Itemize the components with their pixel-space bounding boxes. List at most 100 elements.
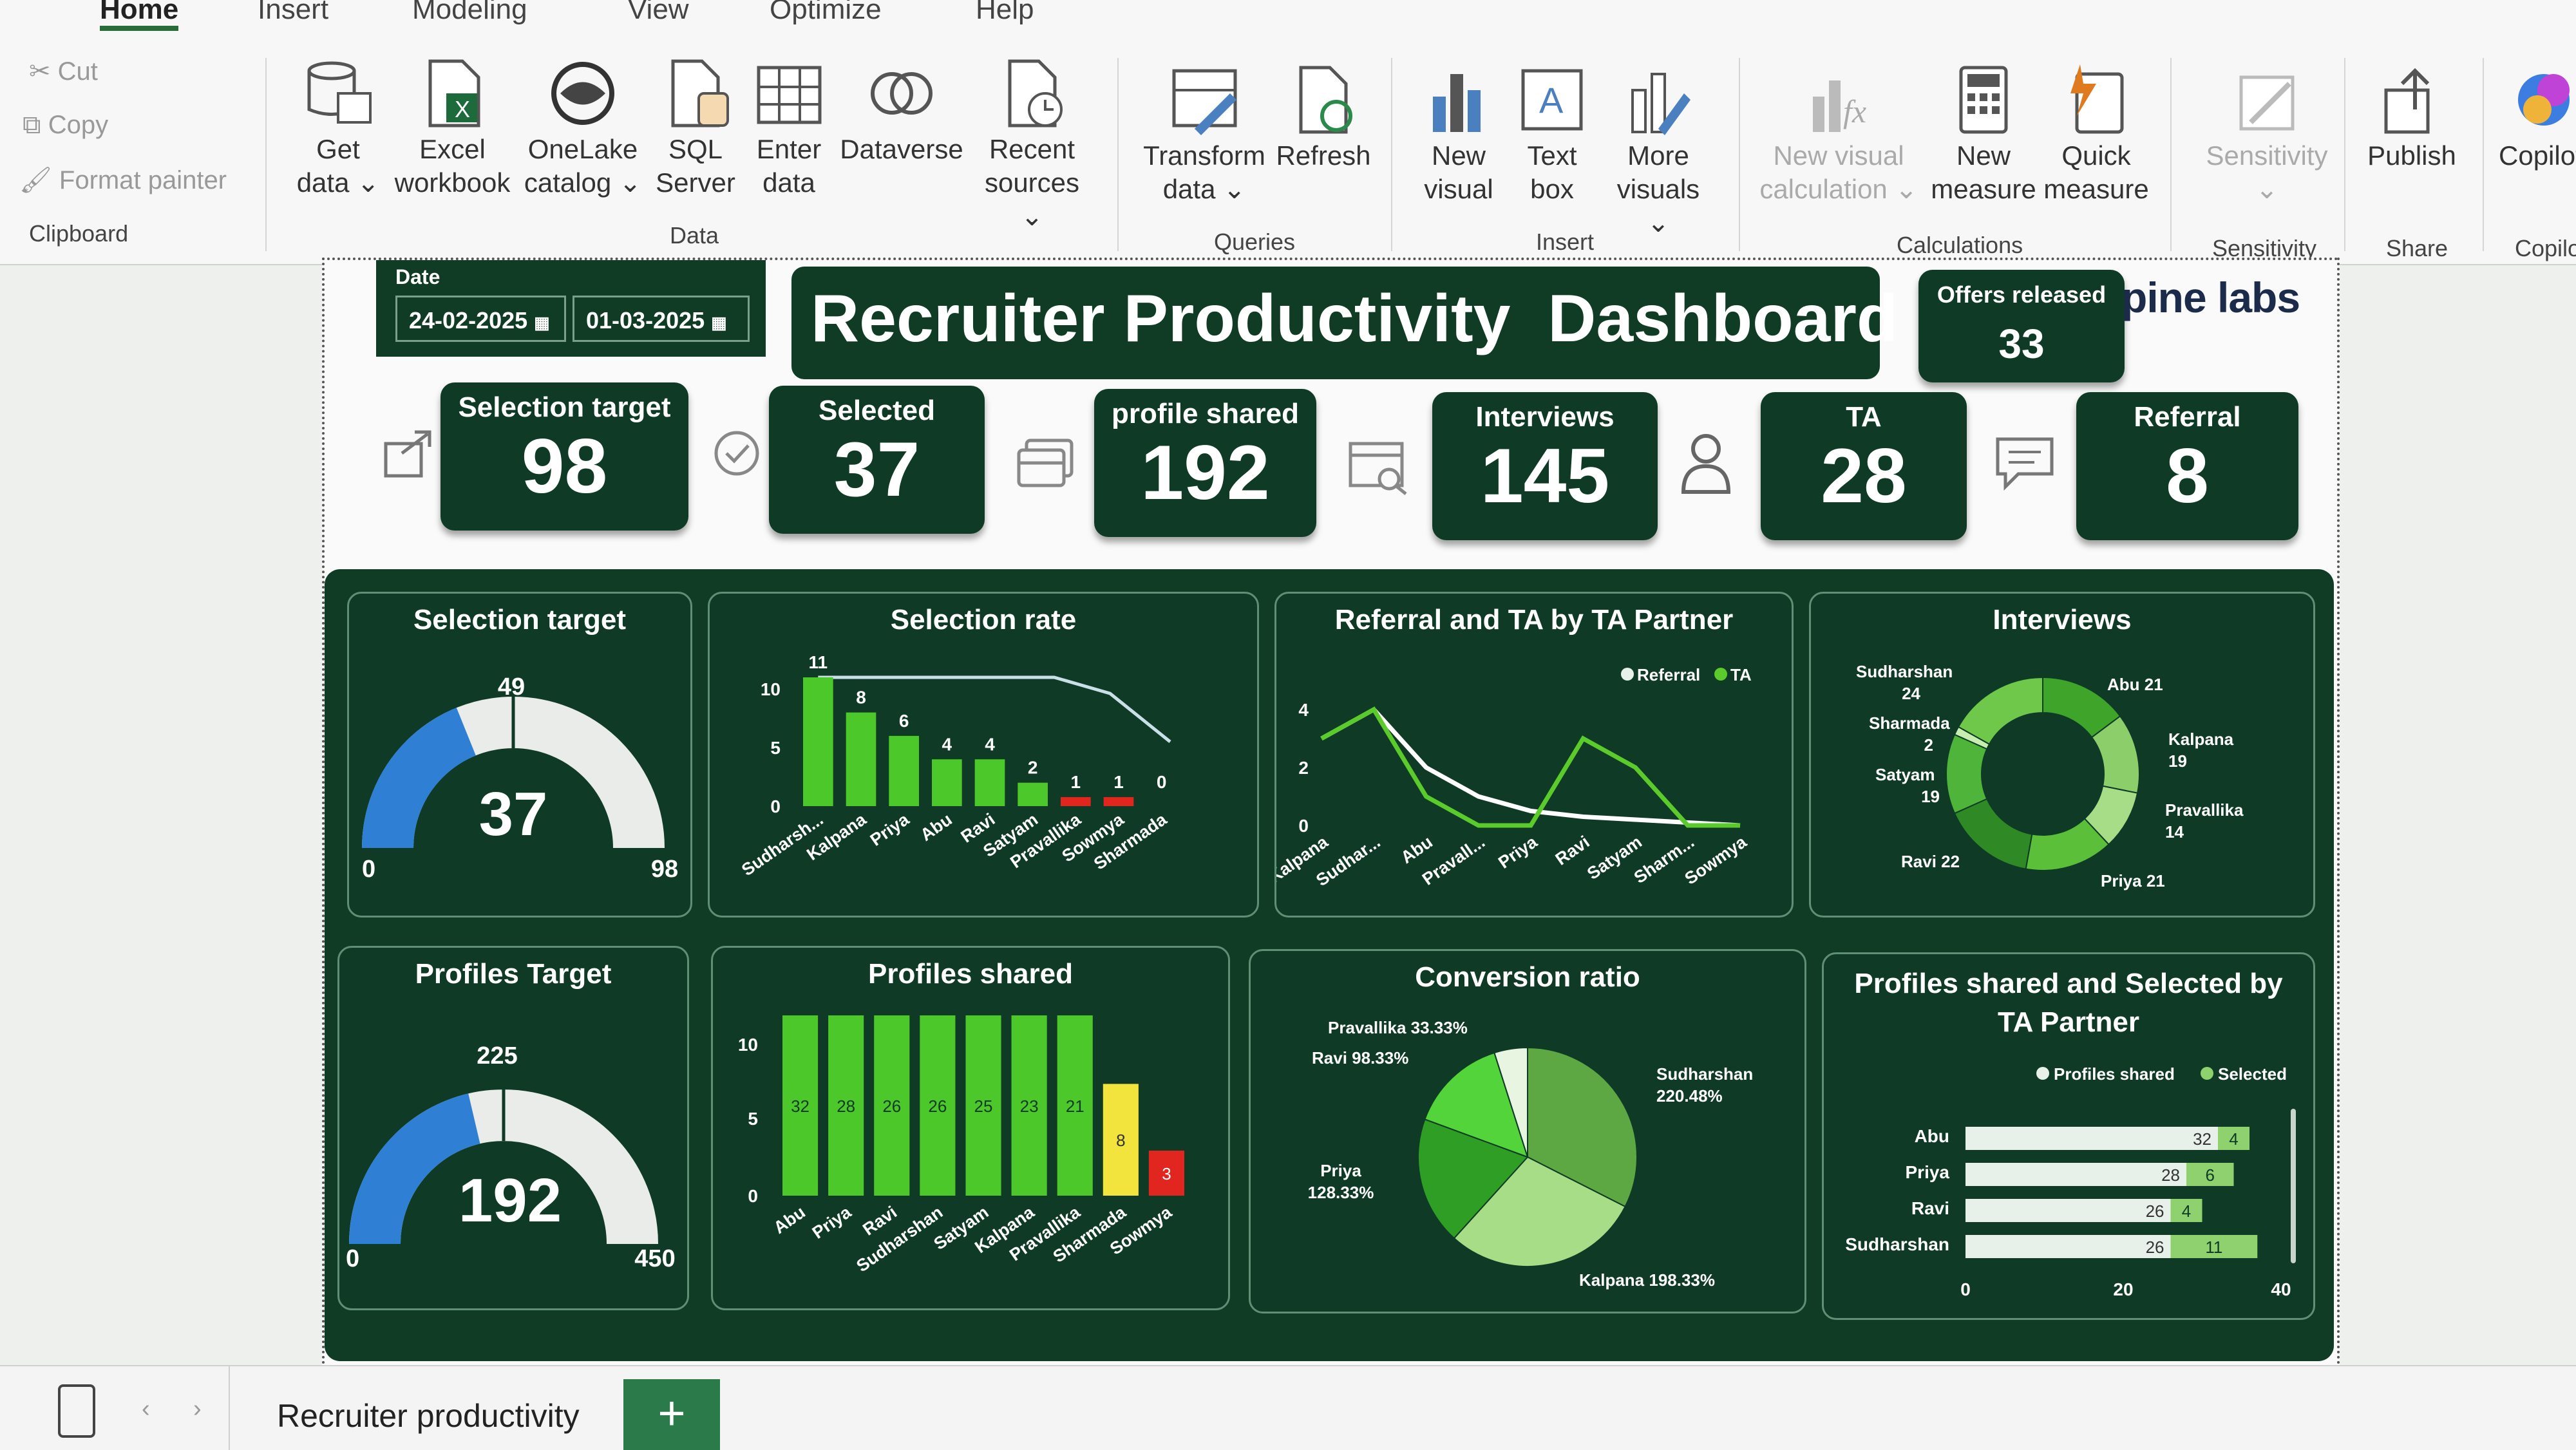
referral-ta-chart[interactable]: Referral and TA by TA Partner 0 2 4 Referra… <box>1274 592 1794 918</box>
interviews-donut-chart[interactable]: Interviews Abu 21 Kalpana 19 Pravallika 14 Pr… <box>1809 592 2315 918</box>
date-to-input[interactable]: 01-03-2025 ▦ <box>573 296 750 342</box>
kpi-profile-shared: profile shared 192 <box>1094 389 1316 537</box>
dataverse-label: Dataverse <box>840 134 963 164</box>
slice-label: Satyam <box>1875 765 1935 784</box>
slice-value: 14 <box>2165 822 2184 842</box>
tab-modeling[interactable]: Modeling <box>412 0 527 26</box>
tab-help[interactable]: Help <box>976 0 1034 26</box>
brush-icon: 🖌 <box>19 166 52 194</box>
cut-button[interactable]: ✂ Cut <box>29 57 98 86</box>
new-measure-button[interactable]: New measure <box>1929 64 2038 206</box>
tab-optimize[interactable]: Optimize <box>770 0 882 26</box>
publish-button[interactable]: Publish <box>2357 64 2467 173</box>
bar-profiles-shared <box>1965 1199 2171 1222</box>
more-visuals-icon <box>1631 73 1690 135</box>
line-chart: 024Referral TAKalpanaSudhar... AbuPravall.… <box>1276 665 1752 890</box>
slice-label: Sudharshan <box>1656 1064 1753 1084</box>
legend-marker <box>1714 668 1727 681</box>
chevron-left-icon[interactable]: ‹ <box>142 1395 150 1423</box>
person-icon <box>1677 431 1735 498</box>
tab-insert[interactable]: Insert <box>258 0 328 26</box>
table-icon <box>757 66 822 124</box>
recent-sources-button[interactable]: Recent sources ⌄ <box>972 58 1092 233</box>
dataverse-button[interactable]: Dataverse <box>837 58 966 166</box>
conversion-ratio-chart[interactable]: Conversion ratio Sudharshan 220.48% Kalpan… <box>1249 949 1806 1313</box>
more-visuals-button[interactable]: More visuals ⌄ <box>1604 64 1713 240</box>
scrollbar <box>2291 1109 2296 1263</box>
visual-calculation-icon: fx <box>1813 80 1866 132</box>
profiles-selected-chart[interactable]: Profiles shared and Selected by TA Partn… <box>1822 952 2315 1320</box>
x-tick-label: Priya <box>1495 832 1541 872</box>
copilot-button[interactable]: Copilot <box>2499 64 2576 173</box>
new-visual-calculation-button[interactable]: fx New visual calculation ⌄ <box>1758 64 1919 206</box>
separator <box>1117 58 1119 251</box>
legend-label: Profiles shared <box>2054 1064 2175 1084</box>
chevron-right-icon[interactable]: › <box>193 1395 202 1423</box>
copy-button[interactable]: ⧉ Copy <box>23 111 108 140</box>
sql-server-button[interactable]: SQL Server <box>650 58 741 200</box>
add-page-button[interactable]: + <box>623 1379 720 1450</box>
svg-text:fx: fx <box>1843 93 1866 129</box>
scissors-icon: ✂ <box>29 57 51 86</box>
slice-value: 128.33% <box>1308 1183 1374 1202</box>
onelake-catalog-button[interactable]: OneLake catalog ⌄ <box>518 58 647 200</box>
excel-workbook-button[interactable]: X Excel workbook <box>386 58 518 200</box>
kpi-selection-target: Selection target 98 <box>440 382 688 531</box>
data-label: 4 <box>942 734 952 754</box>
recent-sources-label: Recent sources <box>984 134 1080 198</box>
kpi-label: Interviews <box>1475 401 1615 433</box>
kpi-label: Selected <box>819 395 935 426</box>
transform-data-button[interactable]: Transform data ⌄ <box>1140 64 1269 206</box>
data-label: 26 <box>2146 1238 2164 1257</box>
y-tick-label: 2 <box>1298 758 1309 778</box>
kpi-label: TA <box>1846 401 1882 433</box>
format-painter-button[interactable]: 🖌 Format painter <box>19 165 227 195</box>
slice-label: Priya 21 <box>2101 871 2165 890</box>
y-tick-label: Sudharshan <box>1845 1234 1949 1254</box>
stacked-bar-chart: Profiles shared Selected Abu 32 4 Priya 28 6 Rav… <box>1845 1064 2296 1299</box>
tab-home[interactable]: Home <box>100 0 179 31</box>
text-box-button[interactable]: A Text box <box>1510 64 1594 206</box>
date-slicer[interactable]: Date 24-02-2025 ▦ 01-03-2025 ▦ <box>376 260 766 357</box>
sensitivity-button[interactable]: Sensitivity ⌄ <box>2202 64 2331 206</box>
get-data-button[interactable]: Get data ⌄ <box>290 58 386 200</box>
data-label: 21 <box>1066 1097 1084 1116</box>
page-tabs-bar: ‹ › Recruiter productivity + <box>0 1365 2576 1450</box>
profiles-target-gauge[interactable]: Profiles Target 192 225 0 450 <box>337 946 689 1310</box>
separator <box>265 58 267 251</box>
dataverse-icon <box>871 72 933 115</box>
kpi-label: profile shared <box>1112 398 1299 429</box>
series-line <box>1320 706 1740 828</box>
calculator-icon <box>1959 66 2008 134</box>
new-visual-button[interactable]: New visual <box>1410 64 1507 206</box>
copilot-label: Copilot <box>2499 140 2576 171</box>
quick-measure-button[interactable]: Quick measure <box>2038 64 2154 206</box>
data-label: 11 <box>809 652 828 672</box>
refresh-button[interactable]: Refresh <box>1275 64 1372 173</box>
company-logo: pine labs <box>2121 274 2300 321</box>
search-document-icon <box>1345 437 1410 498</box>
recent-sources-icon <box>1008 59 1063 127</box>
slice-label: Sudharshan <box>1856 662 1953 681</box>
page-tab-recruiter-productivity[interactable]: Recruiter productivity <box>277 1397 580 1435</box>
mobile-layout-icon[interactable] <box>58 1384 95 1438</box>
report-canvas[interactable]: Date 24-02-2025 ▦ 01-03-2025 ▦ Recruiter… <box>322 258 2340 1370</box>
date-to-value: 01-03-2025 <box>586 307 705 334</box>
bar <box>803 677 833 806</box>
transform-icon <box>1172 69 1237 135</box>
selection-rate-chart[interactable]: Selection rate 0 5 10 11 Sudharsh... 8 Kalpana… <box>708 592 1259 918</box>
tab-view[interactable]: View <box>628 0 689 26</box>
page-title: Recruiter Productivity Dashboard <box>811 281 1898 356</box>
legend-marker <box>1621 668 1634 681</box>
data-label: 26 <box>882 1097 901 1116</box>
calendar-icon: ▦ <box>534 313 550 332</box>
share-group-label: Share <box>2386 235 2448 261</box>
profiles-shared-chart[interactable]: Profiles shared 0 5 10 32 Abu 28 Priya 26 Ravi 26… <box>711 946 1230 1310</box>
slice-label: Ravi 98.33% <box>1312 1048 1408 1068</box>
selection-target-gauge[interactable]: Selection target 37 49 0 98 <box>347 592 692 918</box>
kpi-value: 145 <box>1480 433 1610 519</box>
format-painter-label: Format painter <box>59 166 227 194</box>
date-from-input[interactable]: 24-02-2025 ▦ <box>395 296 566 342</box>
enter-data-button[interactable]: Enter data <box>747 58 831 200</box>
ribbon: Home Insert Modeling View Optimize Help … <box>0 0 2576 265</box>
